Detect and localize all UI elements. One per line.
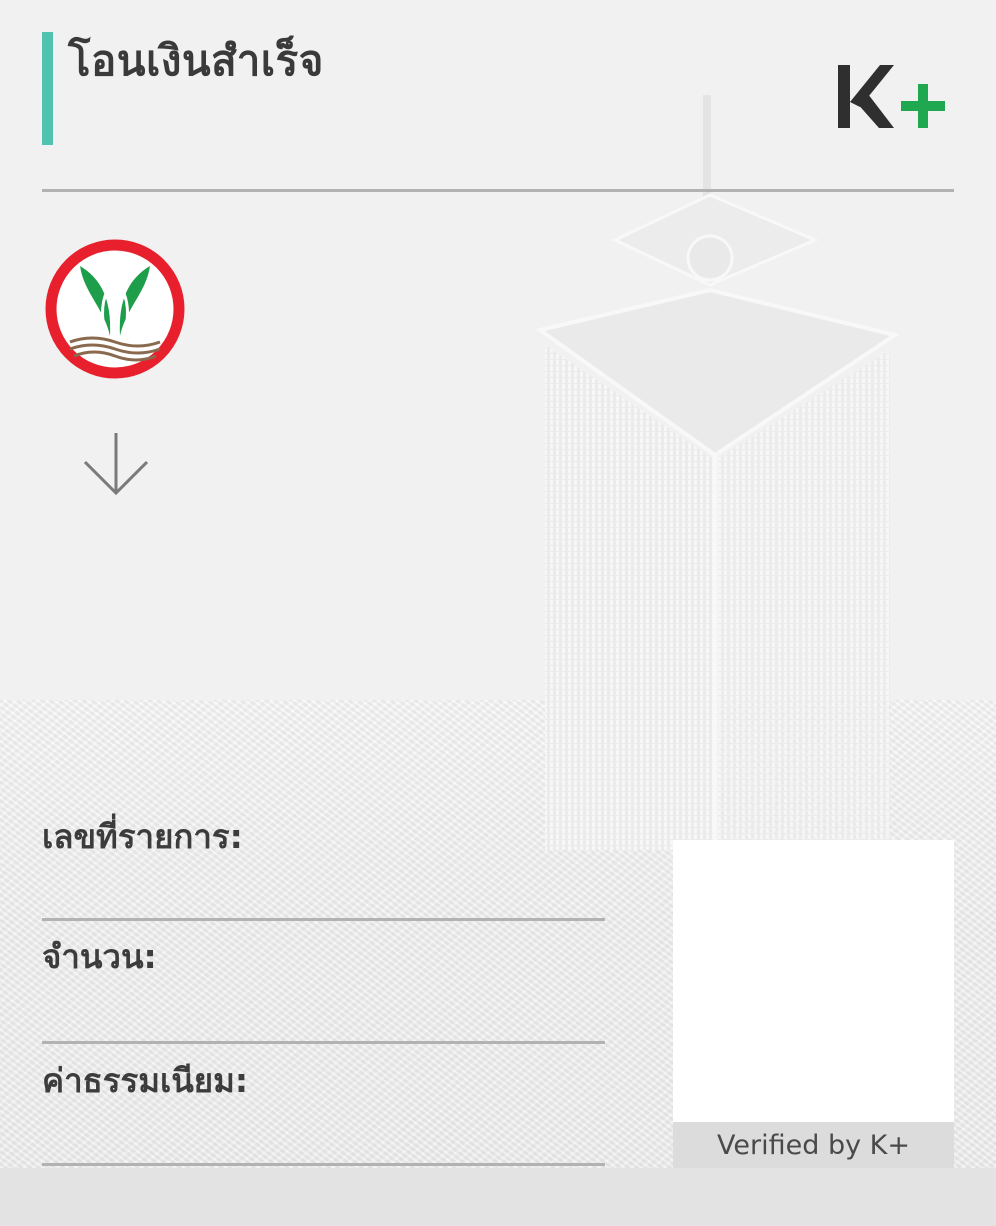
fee-label: ค่าธรรมเนียม: xyxy=(42,1061,249,1100)
verified-badge: Verified by K+ xyxy=(673,1122,954,1168)
kasikorn-bank-logo xyxy=(45,239,185,379)
tower-watermark xyxy=(535,95,900,850)
page-title: โอนเงินสำเร็จ xyxy=(68,36,324,85)
kplus-logo xyxy=(838,65,945,128)
header-divider xyxy=(42,189,954,192)
fee-divider xyxy=(42,1163,605,1166)
amount-label: จำนวน: xyxy=(42,937,157,976)
amount-divider xyxy=(42,1041,605,1044)
qr-code-area xyxy=(673,840,954,1122)
reference-divider xyxy=(42,918,605,921)
title-accent-bar xyxy=(42,32,53,145)
reference-number-label: เลขที่รายการ: xyxy=(42,817,243,856)
arrow-down-icon xyxy=(83,433,149,496)
footer-band xyxy=(0,1168,996,1226)
transfer-receipt: โอนเงินสำเร็จ เลขที่รายการ: จำนวน: ค่าธร… xyxy=(0,0,996,1168)
